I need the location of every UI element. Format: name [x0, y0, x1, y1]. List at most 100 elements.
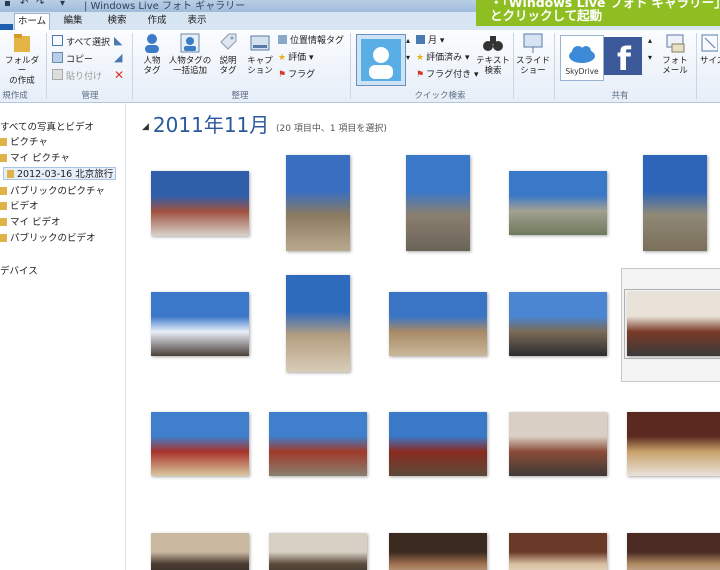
paste-label: 貼り付け: [66, 72, 103, 82]
group-quick-search-label: クイック検索: [414, 91, 466, 101]
rotate-right-icon[interactable]: ◢: [114, 52, 122, 64]
photo-thumbnail-row4-1[interactable]: [151, 533, 249, 570]
caption-button[interactable]: キャプ ション: [244, 32, 276, 76]
skydrive-button[interactable]: SkyDrive: [560, 35, 604, 81]
photo-email-button[interactable]: フォト メール: [658, 32, 692, 76]
month-filter-button[interactable]: 月 ▾: [416, 35, 444, 47]
photo-thumbnail-palace-hall[interactable]: [269, 412, 367, 476]
resize-label: サイズ: [700, 56, 720, 66]
new-folder-button[interactable]: フォルダー の作成: [2, 32, 42, 86]
nav-all-photos-videos[interactable]: すべての写真とビデオ: [0, 121, 94, 134]
share-gallery-up[interactable]: ▴: [648, 35, 652, 47]
window-title: | Windows Live フォト ギャラリー: [84, 1, 246, 12]
photo-thumbnail-ruin-arch-2[interactable]: [389, 292, 487, 356]
resize-button[interactable]: サイズ: [700, 32, 720, 66]
group-separator: [46, 33, 47, 99]
flag-button[interactable]: ⚑ フラグ: [278, 69, 315, 81]
nav-public-pictures[interactable]: パブリックのピクチャ: [0, 185, 105, 198]
nav-label: パブリックのビデオ: [10, 233, 96, 244]
photo-thumbnail-gate[interactable]: [151, 171, 249, 236]
geotag-button[interactable]: 位置情報タグ: [278, 35, 344, 47]
rating-button[interactable]: ★ 評価 ▾: [278, 52, 313, 64]
photo-thumbnail-restaurant[interactable]: [627, 412, 720, 476]
month-heading[interactable]: ◢ 2011年11月: [142, 109, 269, 138]
folder-icon: [0, 218, 7, 226]
nav-my-pictures[interactable]: マイ ピクチャ: [0, 152, 70, 165]
photo-thumbnail-ruin-arch[interactable]: [286, 275, 350, 372]
nav-folder-beijing-trip[interactable]: 2012-03-16 北京旅行: [3, 167, 116, 180]
facebook-button[interactable]: f: [604, 37, 642, 78]
photo-thumbnail-food-plate[interactable]: [624, 289, 720, 359]
folder-icon: [7, 170, 14, 178]
photo-thumbnail-mountain-sun[interactable]: [151, 292, 249, 356]
photo-thumbnail-great-wall-2[interactable]: [643, 155, 707, 251]
nav-label: ピクチャ: [10, 137, 48, 148]
copy-icon: [52, 52, 63, 63]
select-all-button[interactable]: すべて選択: [52, 35, 110, 48]
photo-thumbnail-row4-5[interactable]: [627, 533, 720, 570]
nav-my-videos[interactable]: マイ ビデオ: [0, 216, 61, 229]
redo-icon[interactable]: ↷: [36, 0, 44, 9]
save-icon[interactable]: ▪: [4, 0, 11, 9]
undo-icon[interactable]: ↶: [20, 0, 28, 9]
people-tag-button[interactable]: 人物 タグ: [138, 32, 166, 76]
photo-thumbnail-row4-4[interactable]: [509, 533, 607, 570]
photo-thumbnail-lion-statue[interactable]: [389, 412, 487, 476]
delete-icon[interactable]: ✕: [114, 69, 124, 81]
copy-label: コピー: [66, 55, 94, 65]
photo-thumbnail-tiananmen[interactable]: [151, 412, 249, 476]
copy-button[interactable]: コピー: [52, 52, 94, 65]
quick-access-dropdown-icon[interactable]: ▾: [60, 0, 65, 9]
tab-home[interactable]: ホーム: [14, 13, 50, 30]
selection-count: (20 項目中、1 項目を選択): [276, 124, 387, 134]
photo-thumbnail-row4-2[interactable]: [269, 533, 367, 570]
slideshow-label: スライド ショー: [516, 56, 551, 76]
collapse-arrow-icon[interactable]: ◢: [142, 122, 149, 132]
photo-thumbnail-dish-table[interactable]: [509, 412, 607, 476]
text-search-label: テキスト 検索: [476, 56, 510, 76]
person-silhouette-icon: [361, 39, 401, 81]
nav-videos[interactable]: ビデオ: [0, 200, 39, 213]
map-icon: [278, 35, 287, 44]
group-separator: [554, 33, 555, 99]
flagged-filter-button[interactable]: ⚑ フラグ付き ▾: [416, 69, 478, 81]
photo-thumbnail-row4-3[interactable]: [389, 533, 487, 570]
tab-find[interactable]: 検索: [100, 13, 134, 30]
rating-label: 評価: [288, 53, 307, 63]
tab-view[interactable]: 表示: [180, 13, 214, 30]
people-tag-label: 人物 タグ: [143, 56, 161, 76]
gallery-scroll-up[interactable]: ▴: [406, 35, 410, 47]
text-search-button[interactable]: テキスト 検索: [476, 32, 510, 76]
slideshow-button[interactable]: スライド ショー: [516, 32, 550, 76]
nav-public-videos[interactable]: パブリックのビデオ: [0, 232, 96, 245]
folder-icon: [0, 202, 7, 210]
person-card-icon: [180, 33, 200, 53]
rotate-left-icon[interactable]: ◣: [114, 35, 122, 47]
photo-thumbnail-wall-arch[interactable]: [406, 155, 470, 251]
paste-button[interactable]: 貼り付け: [52, 69, 103, 82]
share-gallery-down[interactable]: ▾: [648, 52, 652, 64]
gallery-scroll-down[interactable]: ▾: [406, 52, 410, 64]
batch-people-label: 人物タグの 一括追加: [168, 56, 212, 76]
photo-thumbnail-tower-tilted[interactable]: [509, 292, 607, 356]
folder-icon: [0, 138, 7, 146]
photo-grid-area: ◢ 2011年11月 (20 項目中、1 項目を選択): [126, 103, 720, 570]
nav-pictures[interactable]: ピクチャ: [0, 136, 48, 149]
flagged-label: フラグ付き: [426, 70, 472, 80]
photo-thumbnail-courtyard-tree[interactable]: [286, 155, 350, 251]
quick-search-gallery[interactable]: [356, 34, 406, 86]
group-share-label: 共有: [611, 91, 629, 101]
svg-text:f: f: [617, 40, 632, 75]
binoculars-icon: [483, 36, 503, 51]
photo-thumbnail-great-wall-1[interactable]: [509, 171, 607, 235]
rated-filter-button[interactable]: ★ 評価済み ▾: [416, 52, 469, 64]
select-all-icon: [52, 35, 63, 46]
description-tag-button[interactable]: 説明 タグ: [214, 32, 242, 76]
batch-people-tag-button[interactable]: 人物タグの 一括追加: [168, 32, 212, 76]
rated-label: 評価済み: [426, 53, 463, 63]
tab-create[interactable]: 作成: [140, 13, 174, 30]
tab-edit[interactable]: 編集: [56, 13, 90, 30]
geotag-label: 位置情報タグ: [290, 36, 345, 46]
nav-devices[interactable]: デバイス: [0, 265, 38, 278]
tag-icon: [220, 33, 237, 50]
